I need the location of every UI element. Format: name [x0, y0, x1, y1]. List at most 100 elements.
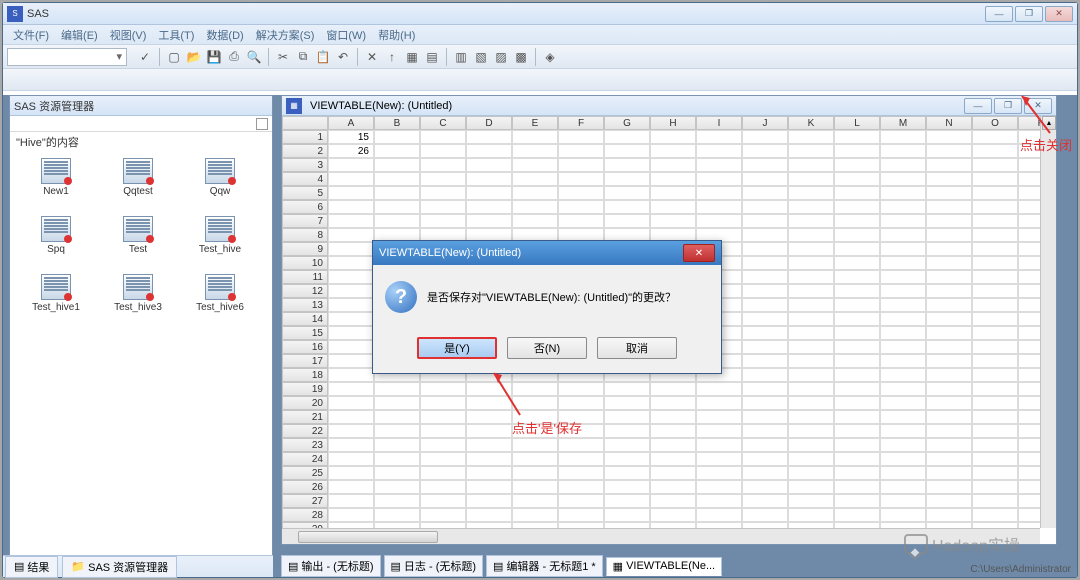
cell[interactable]: [374, 382, 420, 396]
cell[interactable]: [650, 158, 696, 172]
cell[interactable]: [558, 144, 604, 158]
column-header[interactable]: E: [512, 116, 558, 130]
cell[interactable]: [972, 144, 1018, 158]
cell[interactable]: [926, 158, 972, 172]
cell[interactable]: [926, 424, 972, 438]
file-item[interactable]: Qqtest: [98, 158, 178, 214]
cell[interactable]: [558, 396, 604, 410]
cell[interactable]: [328, 438, 374, 452]
cell[interactable]: [466, 158, 512, 172]
cell[interactable]: [512, 438, 558, 452]
cell[interactable]: [926, 172, 972, 186]
cell[interactable]: [512, 130, 558, 144]
copy-icon[interactable]: ⧉: [294, 48, 312, 66]
row-header[interactable]: 8: [282, 228, 328, 242]
cell[interactable]: [466, 200, 512, 214]
cell[interactable]: [466, 186, 512, 200]
cell[interactable]: [696, 200, 742, 214]
cell[interactable]: [604, 200, 650, 214]
cell[interactable]: [926, 270, 972, 284]
cell[interactable]: [742, 438, 788, 452]
cell[interactable]: [742, 144, 788, 158]
cell[interactable]: [788, 452, 834, 466]
cell[interactable]: [742, 298, 788, 312]
row-header[interactable]: 20: [282, 396, 328, 410]
cell[interactable]: [696, 424, 742, 438]
cell[interactable]: [742, 340, 788, 354]
cell[interactable]: [742, 214, 788, 228]
cell[interactable]: [788, 284, 834, 298]
explorer-view-button[interactable]: [256, 118, 268, 130]
scroll-up-icon[interactable]: ▲: [1042, 116, 1056, 130]
cell[interactable]: [328, 228, 374, 242]
cell[interactable]: [972, 228, 1018, 242]
cell[interactable]: [466, 424, 512, 438]
cell[interactable]: [788, 228, 834, 242]
cell[interactable]: [834, 424, 880, 438]
cell[interactable]: [420, 158, 466, 172]
cell[interactable]: [604, 424, 650, 438]
cell[interactable]: [880, 424, 926, 438]
cell[interactable]: [558, 452, 604, 466]
cell[interactable]: [788, 396, 834, 410]
cell[interactable]: [972, 424, 1018, 438]
row-header[interactable]: 11: [282, 270, 328, 284]
cell[interactable]: [374, 172, 420, 186]
row-header[interactable]: 24: [282, 452, 328, 466]
cell[interactable]: [742, 354, 788, 368]
row-header[interactable]: 25: [282, 466, 328, 480]
cell[interactable]: [466, 452, 512, 466]
cell[interactable]: [742, 172, 788, 186]
column-header[interactable]: H: [650, 116, 696, 130]
cell[interactable]: [420, 130, 466, 144]
row-header[interactable]: 27: [282, 494, 328, 508]
cell[interactable]: [328, 200, 374, 214]
cell[interactable]: [466, 438, 512, 452]
column-header[interactable]: G: [604, 116, 650, 130]
cell[interactable]: [926, 368, 972, 382]
cell[interactable]: [880, 270, 926, 284]
file-item[interactable]: Test_hive3: [98, 274, 178, 330]
row-header[interactable]: 12: [282, 284, 328, 298]
row-header[interactable]: 6: [282, 200, 328, 214]
cell[interactable]: [742, 368, 788, 382]
cell[interactable]: [834, 186, 880, 200]
help-icon[interactable]: ◈: [541, 48, 559, 66]
cell[interactable]: [926, 480, 972, 494]
cell[interactable]: [788, 424, 834, 438]
row-header[interactable]: 19: [282, 382, 328, 396]
file-item[interactable]: Test_hive6: [180, 274, 260, 330]
print-icon[interactable]: ⎙: [225, 48, 243, 66]
cell[interactable]: [650, 466, 696, 480]
cell[interactable]: [512, 508, 558, 522]
form-icon[interactable]: ▤: [423, 48, 441, 66]
cell[interactable]: [604, 186, 650, 200]
cell[interactable]: [328, 368, 374, 382]
cell[interactable]: [880, 312, 926, 326]
cell[interactable]: [742, 326, 788, 340]
minimize-button[interactable]: —: [985, 6, 1013, 22]
cell[interactable]: [834, 466, 880, 480]
cell[interactable]: [420, 214, 466, 228]
cell[interactable]: [374, 508, 420, 522]
cut-icon[interactable]: ✂: [274, 48, 292, 66]
cell[interactable]: [374, 214, 420, 228]
column-header[interactable]: N: [926, 116, 972, 130]
cell[interactable]: [788, 144, 834, 158]
cell[interactable]: [420, 508, 466, 522]
cell[interactable]: 15: [328, 130, 374, 144]
cell[interactable]: [328, 270, 374, 284]
file-item[interactable]: Spq: [16, 216, 96, 272]
cell[interactable]: [972, 480, 1018, 494]
cell[interactable]: [512, 466, 558, 480]
up-icon[interactable]: ↑: [383, 48, 401, 66]
cell[interactable]: [742, 452, 788, 466]
cell[interactable]: [604, 214, 650, 228]
cell[interactable]: [788, 480, 834, 494]
cell[interactable]: [650, 452, 696, 466]
cell[interactable]: [788, 354, 834, 368]
vertical-scrollbar[interactable]: ▲: [1040, 116, 1056, 528]
cell[interactable]: [558, 466, 604, 480]
cell[interactable]: [374, 158, 420, 172]
cell[interactable]: [972, 438, 1018, 452]
